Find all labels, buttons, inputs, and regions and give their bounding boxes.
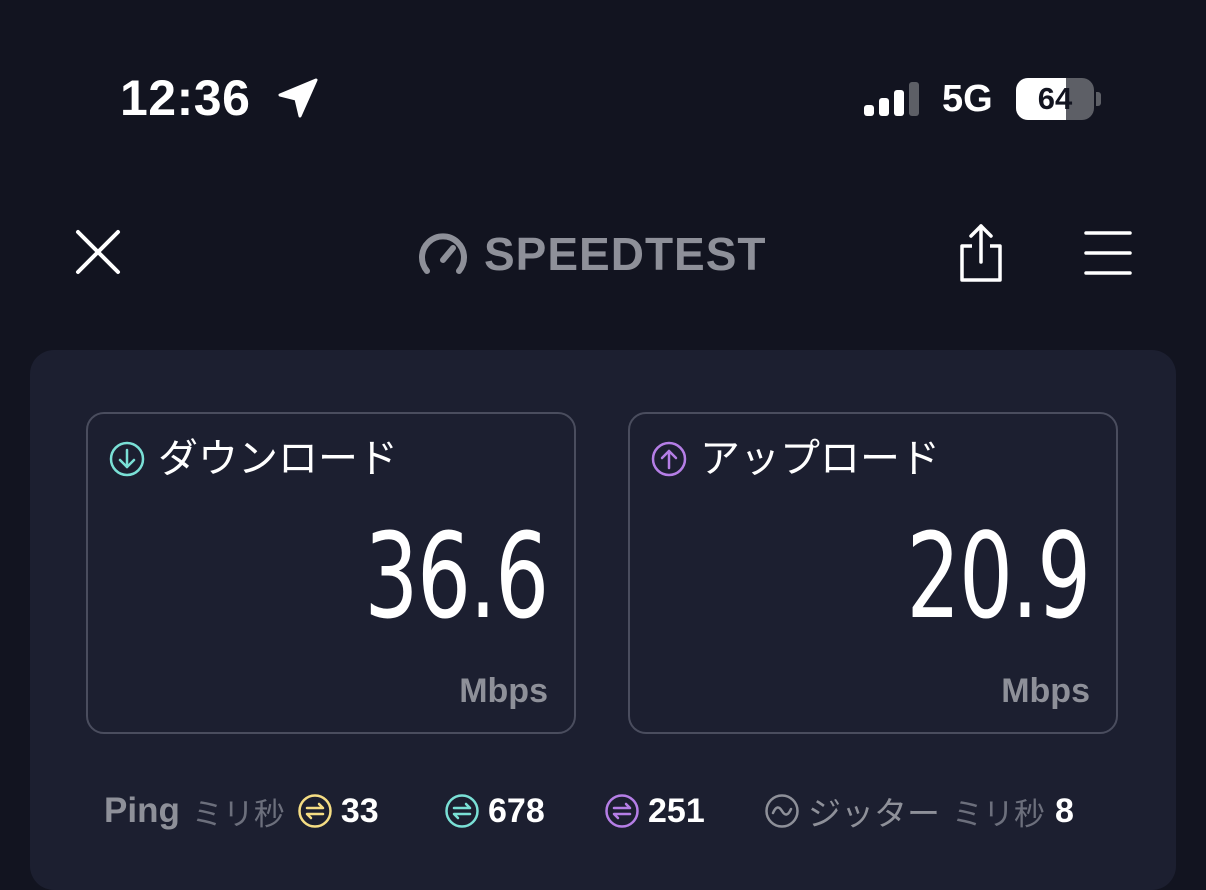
jitter-wave-icon: [765, 794, 799, 828]
download-label: ダウンロード: [158, 436, 398, 482]
ping-upload-value: 251: [648, 791, 705, 830]
ping-label: Ping: [104, 791, 180, 830]
ping-download-icon: [445, 794, 479, 828]
cellular-signal-icon: [864, 82, 919, 116]
ping-download-stat[interactable]: 678: [444, 788, 545, 834]
share-icon[interactable]: [954, 222, 1008, 284]
jitter-value: 8: [1055, 791, 1074, 830]
location-arrow-icon: [278, 78, 318, 118]
close-icon[interactable]: [70, 224, 126, 280]
status-bar: 12:36 5G 64: [0, 0, 1206, 190]
jitter-stat[interactable]: ジッター ミリ秒 8: [764, 788, 1074, 834]
ping-upload-icon: [605, 794, 639, 828]
brand-name: SPEEDTEST: [484, 228, 767, 280]
status-time: 12:36: [120, 70, 251, 126]
jitter-unit: ミリ秒: [952, 796, 1045, 833]
ping-idle-icon: [298, 794, 332, 828]
upload-label: アップロード: [700, 436, 940, 482]
download-speed-unit: Mbps: [459, 672, 548, 710]
ping-unit: ミリ秒: [191, 796, 285, 833]
ping-idle-value: 33: [340, 791, 379, 830]
arrow-down-circle-icon: [109, 441, 145, 477]
hamburger-menu-icon[interactable]: [1082, 228, 1134, 278]
arrow-up-circle-icon: [651, 441, 687, 477]
download-speed-value: 36.6: [364, 507, 550, 645]
upload-result-card[interactable]: アップロード 20.9 Mbps: [628, 412, 1118, 734]
upload-header: アップロード: [650, 434, 940, 484]
battery-body: 64: [1016, 78, 1094, 120]
ping-download-value: 678: [488, 791, 545, 830]
network-type: 5G: [942, 78, 993, 120]
battery-cap: [1096, 92, 1101, 106]
speedometer-icon: [419, 233, 467, 274]
download-header: ダウンロード: [108, 434, 398, 484]
upload-speed-value: 20.9: [906, 507, 1092, 645]
ping-jitter-row: Ping ミリ秒 33 678 251 ジッター ミリ秒 8: [104, 788, 1144, 834]
ping-upload-stat[interactable]: 251: [604, 788, 705, 834]
download-result-card[interactable]: ダウンロード 36.6 Mbps: [86, 412, 576, 734]
battery-percentage: 64: [1037, 81, 1073, 116]
battery-icon: 64: [1016, 78, 1101, 120]
upload-speed-unit: Mbps: [1001, 672, 1090, 710]
speedtest-logo: SPEEDTEST: [418, 226, 767, 282]
ping-stat[interactable]: Ping ミリ秒 33: [104, 788, 379, 834]
jitter-label: ジッター: [808, 794, 940, 833]
